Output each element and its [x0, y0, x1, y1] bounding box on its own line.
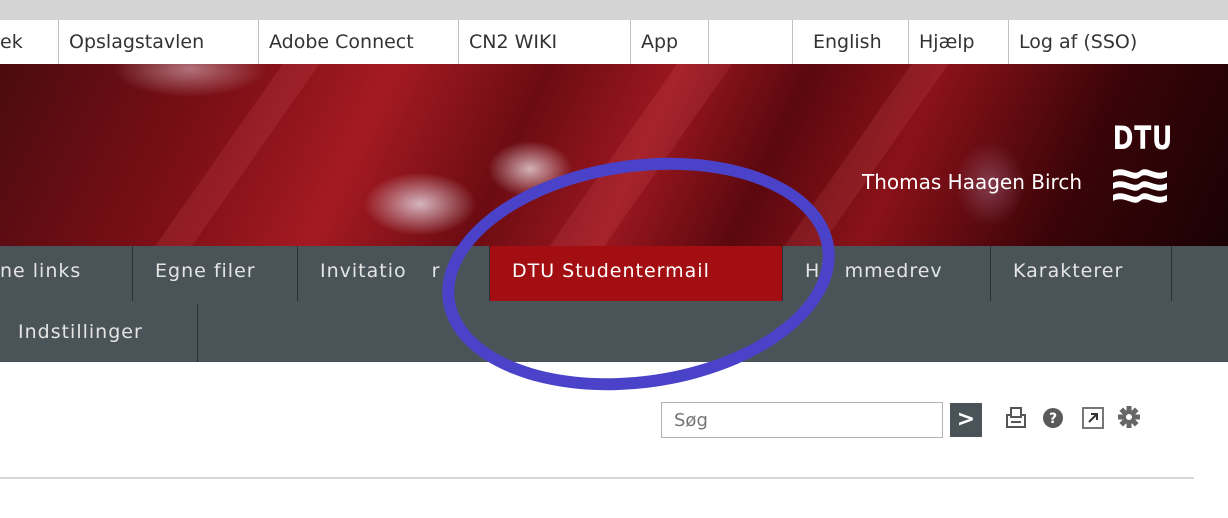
dtu-logo[interactable]: DTU	[1105, 119, 1175, 219]
top-link-spacer	[709, 20, 793, 64]
tab-invitationer-label-a: Invitatio	[320, 260, 407, 282]
tab-hjemmedrev-label-a: Hj	[805, 260, 827, 282]
top-link-cn2-wiki[interactable]: CN2 WIKI	[459, 20, 631, 64]
top-link-logout[interactable]: Log af (SSO)	[1009, 20, 1189, 64]
tab-karakterer[interactable]: Karakterer	[991, 246, 1172, 301]
banner-streak	[117, 64, 373, 246]
top-link-opslagstavlen[interactable]: Opslagstavlen	[59, 20, 259, 64]
print-icon[interactable]	[1001, 402, 1031, 434]
tab-egne-links[interactable]: ne links	[0, 246, 133, 301]
main-nav: ne links Egne filer Invitatio r DTU Stude…	[0, 246, 1228, 362]
banner-streak	[529, 64, 796, 246]
top-strip	[0, 0, 1228, 20]
settings-icon[interactable]	[1114, 402, 1144, 434]
help-icon[interactable]: ?	[1039, 402, 1069, 434]
tab-hjemmedrev-label-b: mmedrev	[844, 260, 943, 282]
search-button[interactable]: >	[950, 403, 982, 437]
tab-invitationer-label-b: r	[431, 260, 441, 282]
tab-hjemmedrev[interactable]: Hj mmedrev	[783, 246, 991, 301]
top-link-partial[interactable]: ek	[0, 20, 59, 64]
banner-streak	[767, 64, 1023, 246]
header-banner: Thomas Haagen Birch DTU	[0, 64, 1228, 246]
top-link-app[interactable]: App	[631, 20, 709, 64]
top-link-adobe-connect[interactable]: Adobe Connect	[259, 20, 459, 64]
tab-indstillinger[interactable]: Indstillinger	[18, 304, 198, 362]
content-divider	[0, 477, 1194, 479]
top-link-help[interactable]: Hjælp	[909, 20, 1009, 64]
dtu-logo-mark	[1113, 169, 1167, 203]
user-name: Thomas Haagen Birch	[862, 170, 1082, 194]
tab-invitationer[interactable]: Invitatio r	[298, 246, 490, 301]
external-link-icon[interactable]	[1078, 402, 1108, 434]
search-input[interactable]	[661, 402, 943, 438]
top-links-bar: ek Opslagstavlen Adobe Connect CN2 WIKI …	[0, 20, 1228, 64]
svg-text:?: ?	[1049, 411, 1057, 427]
tab-dtu-studentermail[interactable]: DTU Studentermail	[490, 246, 783, 301]
top-link-english[interactable]: English	[793, 20, 909, 64]
tab-egne-filer[interactable]: Egne filer	[133, 246, 298, 301]
